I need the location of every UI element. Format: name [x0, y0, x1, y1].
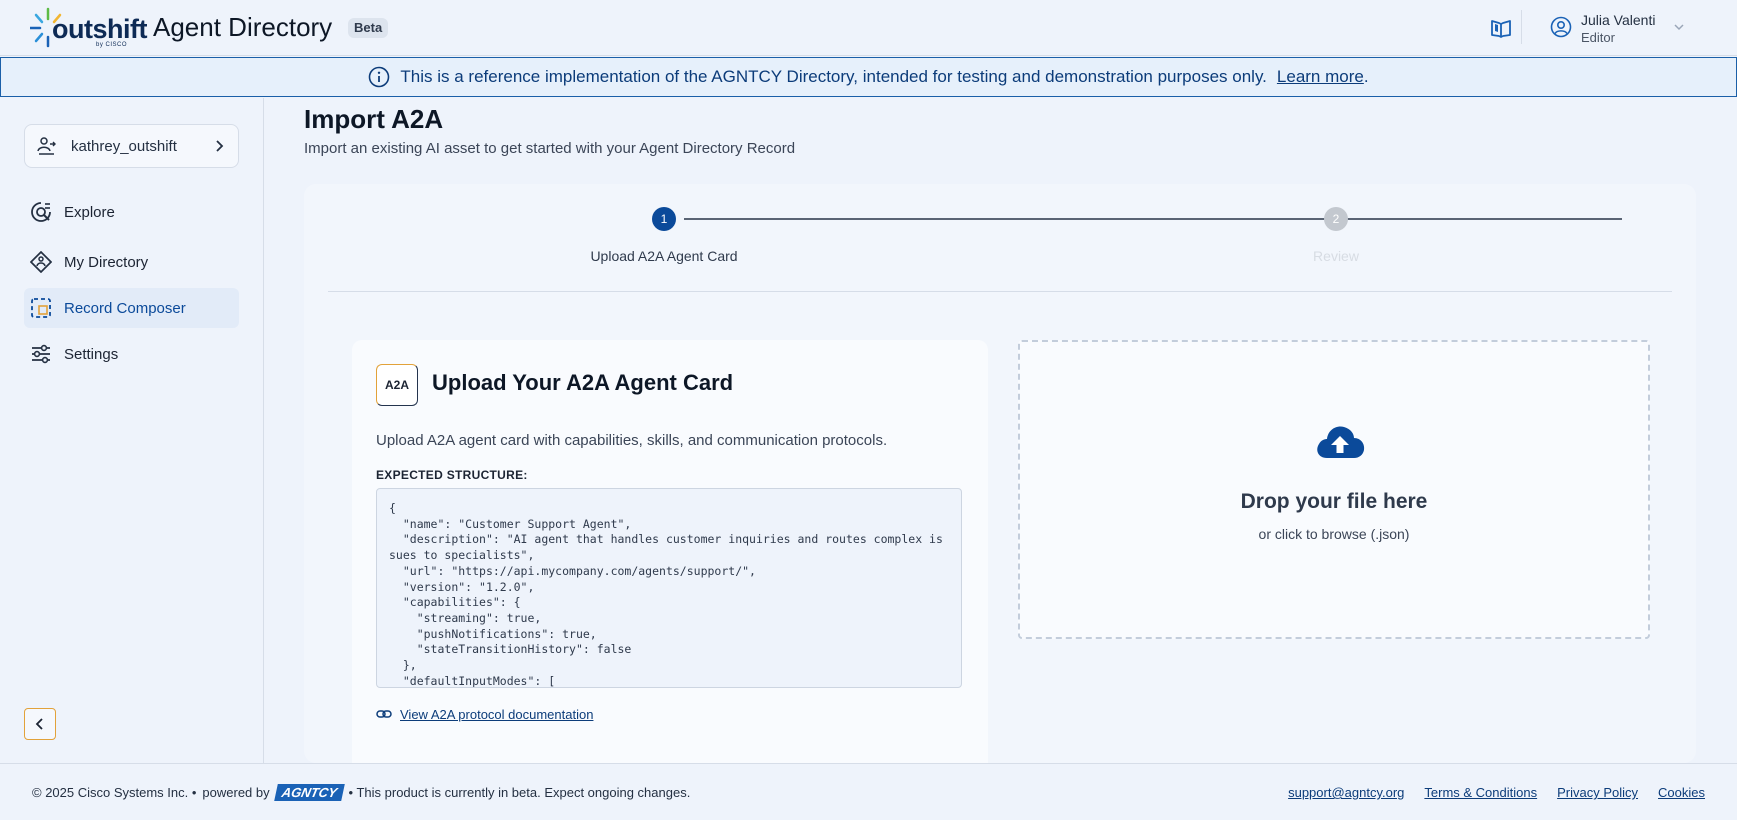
collapse-sidebar-button[interactable]: [24, 708, 56, 740]
expected-structure-label: EXPECTED STRUCTURE:: [376, 468, 528, 482]
upload-instructions-panel: A2A Upload Your A2A Agent Card Upload A2…: [352, 340, 988, 763]
beta-badge: Beta: [348, 18, 389, 38]
org-selector-button[interactable]: kathrey_outshift: [24, 124, 239, 168]
org-name: kathrey_outshift: [71, 137, 177, 155]
info-icon: [369, 66, 390, 88]
footer-links: support@agntcy.org Terms & Conditions Pr…: [1288, 785, 1705, 800]
sidebar-item-record-composer[interactable]: Record Composer: [24, 288, 239, 328]
sidebar-item-label: Settings: [64, 345, 119, 363]
powered-by-text: powered by: [202, 785, 270, 800]
sidebar-item-label: Record Composer: [64, 299, 186, 317]
explore-icon: [31, 202, 51, 222]
expected-structure-code[interactable]: { "name": "Customer Support Agent", "des…: [376, 488, 962, 688]
sidebar-item-settings[interactable]: Settings: [24, 334, 239, 374]
step-2-label: Review: [1313, 248, 1359, 264]
privacy-link[interactable]: Privacy Policy: [1557, 785, 1638, 800]
outshift-logo[interactable]: outshift by CISCO: [30, 6, 147, 52]
import-card: 1 2 Upload A2A Agent Card Review A2A Upl…: [304, 184, 1696, 763]
cookies-link[interactable]: Cookies: [1658, 785, 1705, 800]
user-avatar-icon[interactable]: [1550, 16, 1572, 38]
beta-note: • This product is currently in beta. Exp…: [348, 785, 691, 800]
org-switch-icon: [37, 137, 56, 155]
a2a-docs-link[interactable]: View A2A protocol documentation: [376, 706, 593, 722]
file-dropzone[interactable]: Drop your file here or click to browse (…: [1018, 340, 1650, 639]
panel-title: Upload Your A2A Agent Card: [432, 370, 734, 395]
settings-icon: [32, 344, 50, 364]
info-banner: This is a reference implementation of th…: [0, 57, 1737, 97]
footer-info: © 2025 Cisco Systems Inc. • powered by A…: [32, 784, 690, 801]
sidebar: kathrey_outshift Explore My Directory Re…: [0, 98, 264, 763]
chevron-right-icon: [216, 140, 224, 152]
dropzone-subtitle: or click to browse (.json): [1258, 526, 1410, 542]
logo-subtitle: by CISCO: [96, 42, 128, 48]
code-content: { "name": "Customer Support Agent", "des…: [389, 501, 943, 688]
support-email-link[interactable]: support@agntcy.org: [1288, 785, 1404, 800]
banner-suffix: .: [1363, 67, 1369, 86]
documentation-book-icon[interactable]: [1490, 17, 1512, 39]
app-header: outshift by CISCO Agent Directory Beta J…: [0, 0, 1737, 56]
stepper-line: [684, 218, 1622, 220]
chevron-down-icon[interactable]: [1672, 20, 1686, 34]
chevron-left-icon: [35, 718, 43, 730]
step-1-indicator: 1: [652, 207, 676, 231]
page-title: Import A2A: [304, 104, 444, 134]
stepper-divider: [328, 291, 1672, 292]
banner-text: This is a reference implementation of th…: [400, 67, 1267, 86]
composer-icon: [31, 298, 51, 318]
logo-wordmark: outshift: [52, 14, 147, 44]
user-role: Editor: [1581, 30, 1615, 45]
docs-link-text: View A2A protocol documentation: [400, 706, 594, 722]
sidebar-item-explore[interactable]: Explore: [24, 192, 239, 232]
copyright-text: © 2025 Cisco Systems Inc. •: [32, 785, 197, 800]
a2a-logo-icon: A2A: [376, 364, 418, 406]
learn-more-link[interactable]: Learn more: [1277, 67, 1364, 87]
header-divider: [1521, 10, 1522, 44]
sidebar-item-my-directory[interactable]: My Directory: [24, 242, 239, 282]
panel-description: Upload A2A agent card with capabilities,…: [376, 432, 888, 449]
step-1-label: Upload A2A Agent Card: [590, 248, 738, 264]
dropzone-title: Drop your file here: [1240, 490, 1428, 513]
app-title: Agent Directory: [153, 12, 333, 42]
link-icon: [376, 710, 392, 718]
step-2-indicator: 2: [1324, 207, 1348, 231]
app-footer: © 2025 Cisco Systems Inc. • powered by A…: [0, 763, 1737, 820]
user-name[interactable]: Julia Valenti: [1581, 12, 1655, 28]
page-subtitle: Import an existing AI asset to get start…: [304, 140, 796, 157]
sidebar-item-label: Explore: [64, 203, 115, 221]
sidebar-item-label: My Directory: [64, 253, 149, 271]
directory-icon: [30, 251, 52, 273]
agntcy-logo[interactable]: AGNTCY: [273, 784, 345, 801]
cloud-upload-icon: [1317, 426, 1365, 458]
terms-link[interactable]: Terms & Conditions: [1424, 785, 1537, 800]
